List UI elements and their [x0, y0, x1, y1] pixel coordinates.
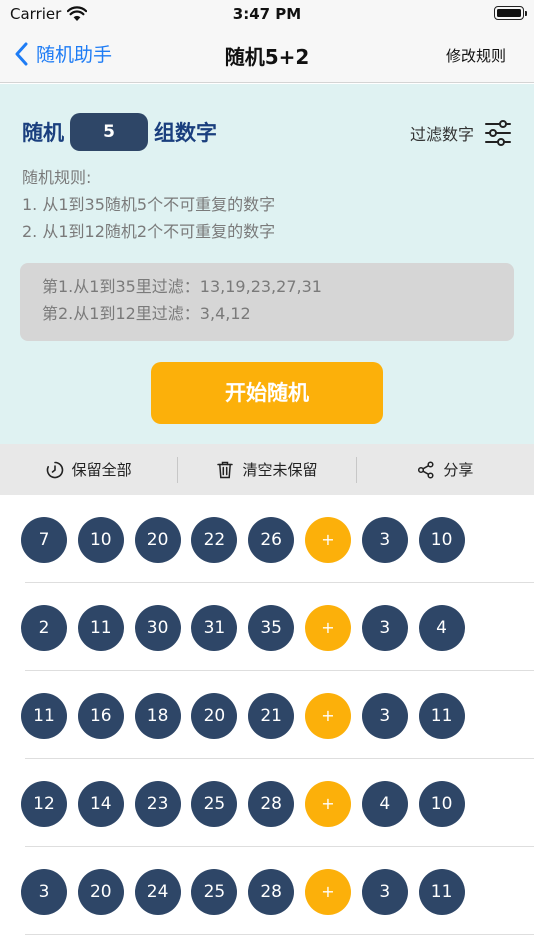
front-number-ball: 14 — [77, 781, 124, 827]
filter-numbers-button[interactable]: 过滤数字 — [410, 120, 512, 146]
front-number-ball: 16 — [77, 693, 124, 739]
edit-rules-button[interactable]: 修改规则 — [446, 45, 506, 66]
share-button[interactable]: 分享 — [357, 444, 534, 495]
keep-all-label: 保留全部 — [71, 461, 132, 479]
front-number-ball: 7 — [21, 517, 67, 563]
group-count-input[interactable]: 5 — [70, 113, 148, 151]
start-random-button[interactable]: 开始随机 — [151, 362, 383, 424]
front-number-ball: 11 — [77, 605, 124, 651]
back-number-ball: 4 — [361, 781, 408, 827]
front-number-ball: 10 — [77, 517, 124, 563]
result-row[interactable]: 12 14 23 25 28 +4 10 — [0, 759, 534, 847]
back-number-ball: 10 — [418, 781, 465, 827]
share-label: 分享 — [443, 461, 474, 479]
front-number-ball: 26 — [248, 517, 295, 563]
back-button-label: 随机助手 — [36, 44, 113, 66]
sliders-icon — [485, 120, 511, 146]
front-number-ball: 31 — [191, 605, 238, 651]
chevron-left-icon — [15, 42, 28, 65]
plus-separator: + — [305, 693, 351, 739]
clear-unkept-label: 清空未保留 — [242, 461, 318, 479]
result-row[interactable]: 11 16 18 20 21 +3 11 — [0, 671, 534, 759]
clear-unkept-button[interactable]: 清空未保留 — [178, 444, 355, 495]
back-number-ball: 3 — [361, 517, 408, 563]
filter-numbers-label: 过滤数字 — [409, 125, 474, 144]
front-number-ball: 28 — [248, 781, 295, 827]
rules-text: 随机规则: 1. 从1到35随机5个不可重复的数字 2. 从1到12随机2个不可… — [22, 164, 275, 245]
clock-icon — [46, 461, 63, 478]
filter-line-2: 第2.从1到12里过滤：3,4,12 — [42, 304, 251, 323]
front-number-ball: 3 — [21, 869, 67, 915]
front-number-ball: 20 — [191, 693, 238, 739]
back-number-ball: 4 — [418, 605, 465, 651]
keep-all-button[interactable]: 保留全部 — [0, 444, 177, 495]
rule-line-2: 2. 从1到12随机2个不可重复的数字 — [22, 222, 276, 241]
front-number-ball: 24 — [134, 869, 181, 915]
config-panel: 随机 5 组数字 过滤数字 随机规则: 1. 从1到35随机5个不可重复的数字 … — [0, 84, 534, 444]
group-suffix-label: 组数字 — [154, 121, 217, 145]
front-number-ball: 30 — [134, 605, 181, 651]
plus-separator: + — [305, 517, 351, 563]
front-number-ball: 25 — [191, 869, 238, 915]
front-number-ball: 18 — [134, 693, 181, 739]
navigation-bar: 随机助手 随机5+2 修改规则 — [0, 28, 534, 83]
front-number-ball: 25 — [191, 781, 238, 827]
result-row[interactable]: 2 11 30 31 35 +3 4 — [0, 583, 534, 671]
front-number-ball: 12 — [21, 781, 67, 827]
group-count-row: 随机 5 组数字 — [22, 112, 217, 152]
action-toolbar: 保留全部 清空未保留 分享 — [0, 444, 534, 495]
back-number-ball: 11 — [418, 869, 465, 915]
back-number-ball: 10 — [418, 517, 465, 563]
result-row[interactable]: 3 20 24 25 28 +3 11 — [0, 847, 534, 935]
front-number-ball: 20 — [134, 517, 181, 563]
result-row[interactable]: 7 10 20 22 26 +3 10 — [0, 495, 534, 583]
group-prefix-label: 随机 — [22, 121, 64, 145]
front-number-ball: 2 — [21, 605, 67, 651]
plus-separator: + — [305, 781, 351, 827]
front-number-ball: 20 — [77, 869, 124, 915]
battery-icon — [494, 6, 527, 20]
plus-separator: + — [305, 605, 351, 651]
front-number-ball: 28 — [248, 869, 295, 915]
status-bar: Carrier 3:47 PM — [0, 0, 534, 28]
front-number-ball: 21 — [248, 693, 295, 739]
back-number-ball: 3 — [361, 869, 408, 915]
back-number-ball: 3 — [361, 605, 408, 651]
trash-icon — [217, 461, 234, 478]
filter-summary-box: 第1.从1到35里过滤：13,19,23,27,31 第2.从1到12里过滤：3… — [20, 263, 514, 341]
back-number-ball: 3 — [361, 693, 408, 739]
back-number-ball: 11 — [418, 693, 465, 739]
share-icon — [418, 460, 434, 479]
filter-line-1: 第1.从1到35里过滤：13,19,23,27,31 — [42, 277, 322, 296]
front-number-ball: 22 — [191, 517, 238, 563]
back-button[interactable]: 随机助手 — [14, 40, 112, 67]
front-number-ball: 11 — [21, 693, 67, 739]
rule-line-1: 1. 从1到35随机5个不可重复的数字 — [22, 195, 276, 214]
front-number-ball: 23 — [134, 781, 181, 827]
rules-title: 随机规则: — [22, 168, 92, 187]
plus-separator: + — [305, 869, 351, 915]
front-number-ball: 35 — [248, 605, 295, 651]
status-time: 3:47 PM — [232, 5, 302, 23]
results-list: 7 10 20 22 26 +3 10 2 11 30 31 35 +3 4 11 16 18 20 21 +3 11 1… — [0, 495, 534, 935]
